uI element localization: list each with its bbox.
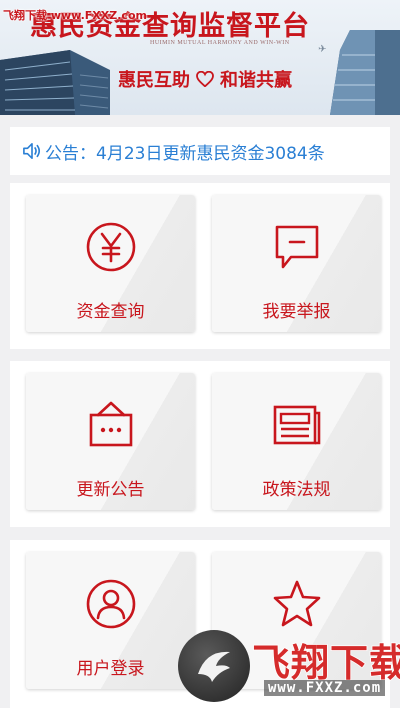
- yuan-icon: [86, 222, 135, 272]
- banner-slogan: 惠民互助 和谐共赢: [118, 66, 292, 92]
- notice-bar[interactable]: 公告：4月23日更新惠民资金3084条: [10, 127, 390, 175]
- star-icon: [273, 580, 320, 627]
- user-login-label: 用户登录: [76, 659, 145, 679]
- top-banner: 惠民资金查询监督平台 飞翔下载 www.FXXZ.com ✈ HUIMIN MU…: [0, 0, 400, 115]
- user-login-button[interactable]: 用户登录: [26, 552, 195, 689]
- fund-query-button[interactable]: 资金查询: [26, 195, 195, 332]
- slogan-left: 惠民互助: [118, 70, 190, 91]
- menu-section-2: 更新公告 政策法规: [10, 361, 390, 527]
- speaker-icon: [23, 142, 41, 160]
- watermark-text: 飞翔下载: [251, 640, 400, 686]
- update-notice-label: 更新公告: [76, 480, 145, 500]
- watermark-url: www.FXXZ.com: [264, 680, 386, 696]
- fund-query-label: 资金查询: [76, 302, 145, 322]
- watermark-circle: [178, 630, 250, 702]
- slogan-right: 和谐共赢: [220, 70, 292, 91]
- update-notice-button[interactable]: 更新公告: [26, 373, 195, 510]
- building-right-image: [330, 30, 400, 115]
- notice-text: 公告：4月23日更新惠民资金3084条: [45, 143, 325, 164]
- report-label: 我要举报: [262, 302, 331, 322]
- bird-logo-icon: [198, 651, 230, 682]
- newspaper-icon: [273, 405, 320, 445]
- menu-section-1: 资金查询 我要举报: [10, 183, 390, 349]
- user-icon: [86, 579, 135, 629]
- notice-board-icon: [89, 401, 132, 447]
- airplane-icon: ✈: [318, 44, 327, 55]
- policy-button[interactable]: 政策法规: [212, 373, 381, 510]
- watermark-logo: 飞翔下载 www.FXXZ.com: [178, 630, 400, 704]
- heart-icon: [196, 71, 214, 87]
- banner-subtitle-en: HUIMIN MUTUAL HARMONY AND WIN-WIN: [150, 40, 290, 46]
- watermark-top: 飞翔下载 www.FXXZ.com: [3, 9, 147, 22]
- report-button[interactable]: 我要举报: [212, 195, 381, 332]
- message-icon: [275, 225, 318, 269]
- policy-label: 政策法规: [262, 480, 331, 500]
- building-left-image: [0, 50, 110, 115]
